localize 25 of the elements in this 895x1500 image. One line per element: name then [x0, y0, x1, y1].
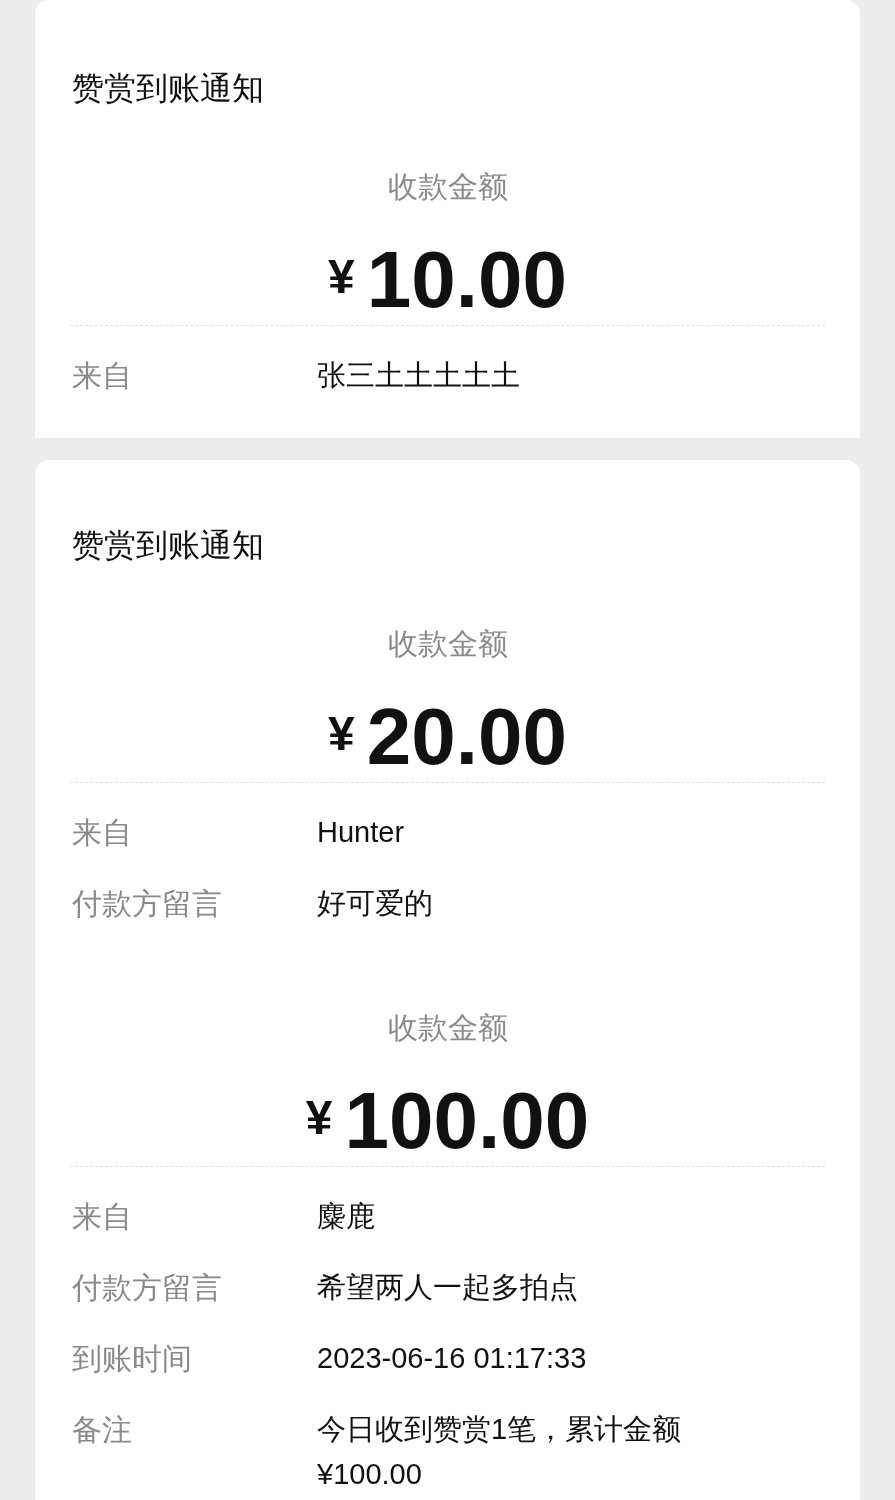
row-label: 付款方留言	[72, 1270, 223, 1306]
amount-value: 20.00	[366, 697, 567, 777]
amount-label: 收款金额	[387, 169, 508, 205]
row-label: 付款方留言	[72, 886, 223, 922]
currency-symbol: ¥	[328, 249, 355, 305]
row-value: 今日收到赞赏1笔，累计金额¥100.00	[317, 1412, 683, 1492]
notification-title: 赞赏到账通知	[72, 527, 264, 563]
row-label: 到账时间	[72, 1341, 193, 1377]
row-value: 希望两人一起多拍点	[317, 1270, 578, 1305]
row-label: 来自	[72, 1199, 133, 1235]
row-label: 来自	[72, 358, 133, 394]
row-label: 备注	[72, 1412, 133, 1448]
row-value: 张三土土土土土	[317, 358, 520, 393]
row-label: 来自	[72, 815, 133, 851]
amount-label: 收款金额	[387, 1010, 508, 1046]
amount-value: 100.00	[344, 1081, 590, 1161]
notification-title: 赞赏到账通知	[72, 70, 264, 106]
amount-label: 收款金额	[387, 626, 508, 662]
currency-symbol: ¥	[305, 1090, 333, 1146]
row-value: 麋鹿	[317, 1199, 375, 1234]
amount-value: 10.00	[366, 240, 567, 320]
row-value: 2023-06-16 01:17:33	[317, 1341, 587, 1376]
currency-symbol: ¥	[328, 706, 355, 762]
row-value: 好可爱的	[317, 886, 433, 921]
row-value: Hunter	[317, 815, 405, 850]
